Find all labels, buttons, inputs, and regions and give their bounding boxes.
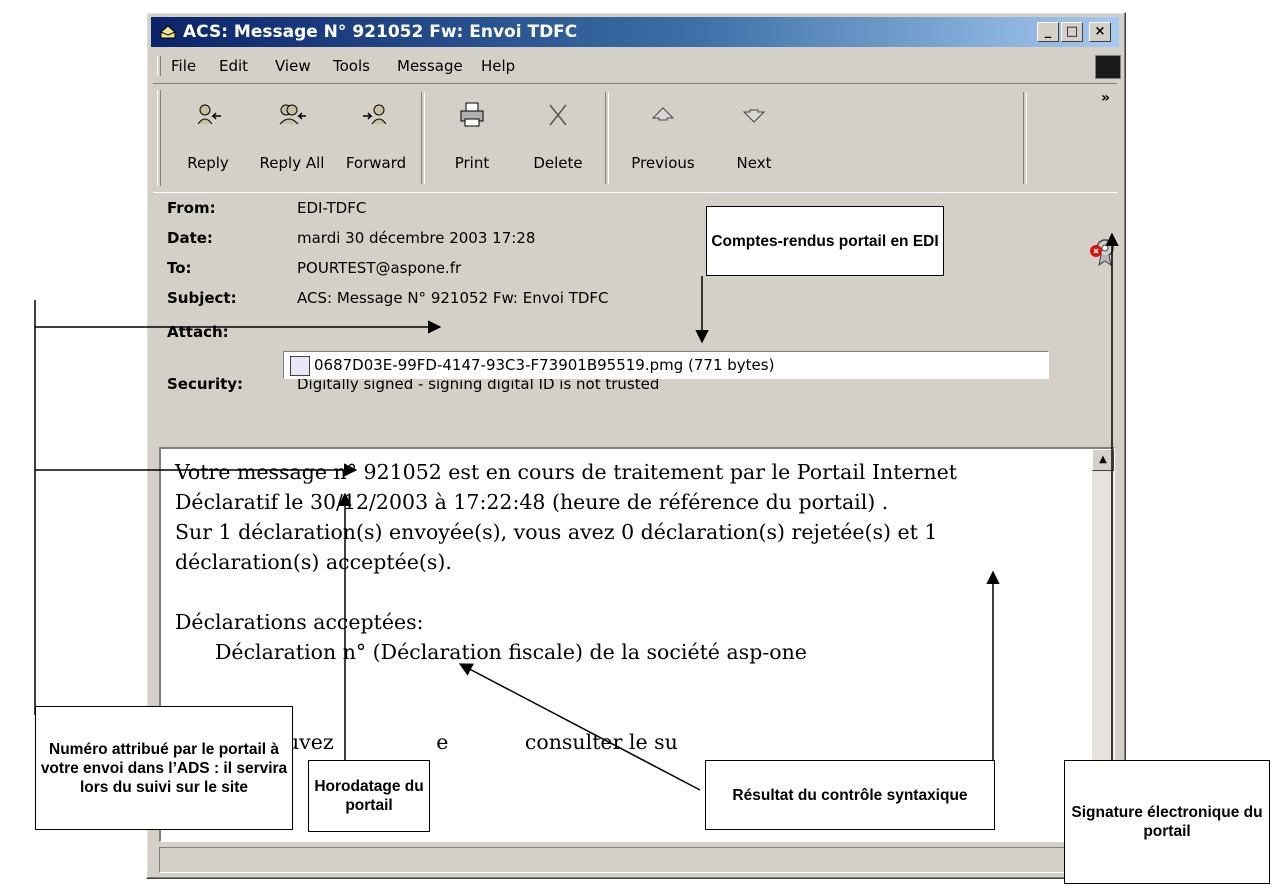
callout-resultat: Résultat du contrôle syntaxique bbox=[705, 760, 995, 830]
callout-signature: Signature électronique du portail bbox=[1064, 760, 1270, 884]
callout-horodatage: Horodatage du portail bbox=[308, 760, 430, 832]
callout-numero: Numéro attribué par le portail à votre e… bbox=[35, 706, 293, 830]
callout-comptes-rendus: Comptes-rendus portail en EDI bbox=[706, 206, 944, 276]
resultat-arrow-diagonal bbox=[458, 663, 701, 791]
